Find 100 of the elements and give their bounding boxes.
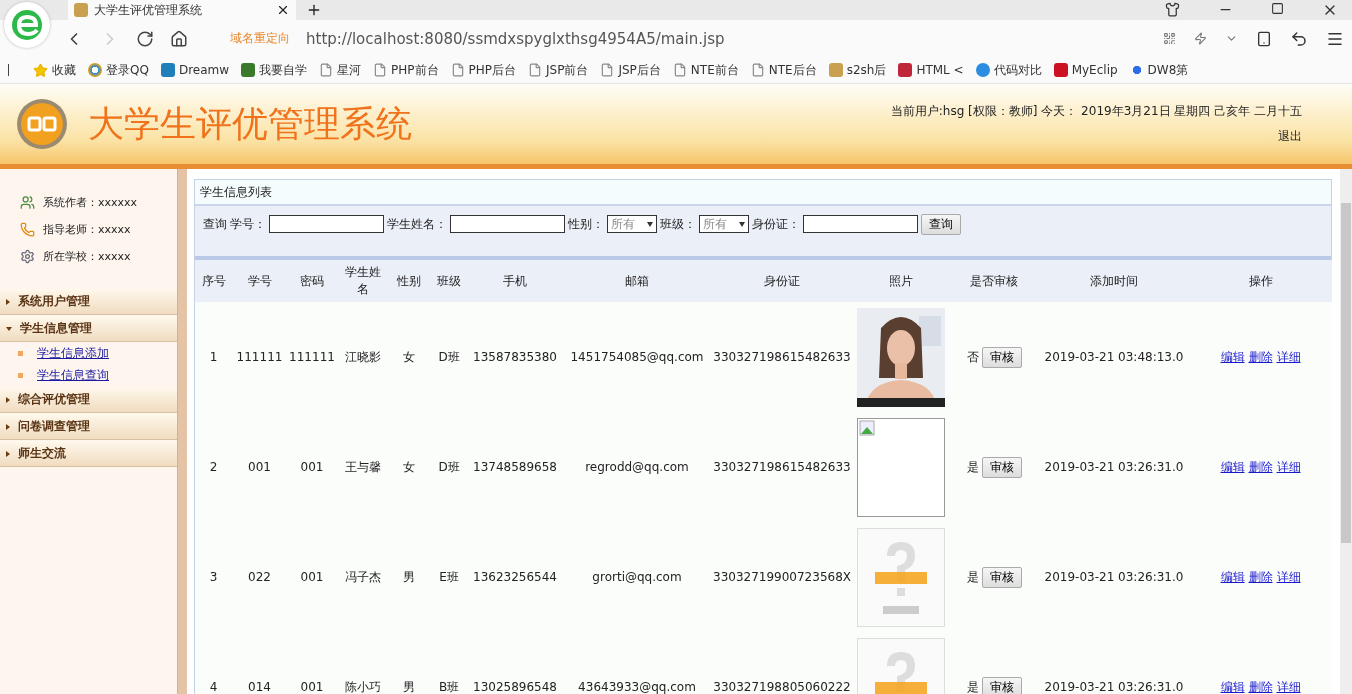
table-cell: 43643933@qq.com bbox=[562, 632, 712, 694]
bookmark-link[interactable]: NTE后台 bbox=[750, 61, 817, 79]
bookmark-link[interactable]: JSP后台 bbox=[600, 61, 661, 79]
action-link[interactable]: 编辑 bbox=[1220, 679, 1245, 694]
shirt-icon[interactable] bbox=[1165, 2, 1180, 17]
menu-header[interactable]: 综合评优管理 bbox=[0, 387, 177, 413]
info-text: 所在学校：xxxxx bbox=[43, 249, 131, 264]
action-link[interactable]: 编辑 bbox=[1220, 349, 1245, 364]
table-cell: 13748589658 bbox=[468, 412, 562, 522]
field-label: 身份证： bbox=[752, 215, 800, 233]
site-title: 大学生评优管理系统 bbox=[88, 101, 412, 146]
menu-header[interactable]: 师生交流 bbox=[0, 441, 177, 467]
browser-logo-icon[interactable] bbox=[4, 2, 50, 48]
bookmark-icon bbox=[241, 63, 256, 77]
menu-header[interactable]: 系统用户管理 bbox=[0, 289, 177, 315]
action-link[interactable]: 详细 bbox=[1276, 349, 1301, 364]
reload-icon[interactable] bbox=[136, 29, 154, 48]
action-link[interactable]: 详细 bbox=[1276, 459, 1301, 474]
action-link[interactable]: 删除 bbox=[1248, 569, 1273, 584]
action-link[interactable]: 编辑 bbox=[1220, 569, 1245, 584]
column-header: 班级 bbox=[430, 260, 468, 302]
column-header: 学生姓名 bbox=[337, 260, 388, 302]
select-field[interactable]: 所有 bbox=[699, 215, 749, 233]
tab-favicon-icon bbox=[74, 3, 88, 17]
table-cell: 001 bbox=[287, 412, 337, 522]
bookmark-link[interactable]: MyEclip bbox=[1053, 63, 1118, 77]
menu-link[interactable]: 学生信息添加 bbox=[37, 344, 109, 362]
scrollbar-thumb[interactable] bbox=[1341, 203, 1351, 543]
table-cell: 江晓影 bbox=[337, 302, 388, 412]
bookmark-link[interactable]: NTE前台 bbox=[672, 61, 739, 79]
bookmark-link[interactable]: 登录QQ bbox=[88, 61, 149, 79]
close-icon[interactable] bbox=[276, 3, 290, 17]
search-label: 查询 bbox=[203, 215, 227, 233]
table-cell: 女 bbox=[388, 302, 430, 412]
column-header: 身份证 bbox=[712, 260, 852, 302]
select-field[interactable]: 所有 bbox=[607, 215, 657, 233]
bookmark-link[interactable]: PHP前台 bbox=[373, 61, 439, 79]
bookmark-link[interactable]: Dreamw bbox=[160, 63, 230, 77]
audit-button[interactable]: 审核 bbox=[981, 566, 1022, 588]
table-cell: 男 bbox=[388, 522, 430, 632]
input-field[interactable] bbox=[269, 215, 384, 233]
audit-button[interactable]: 审核 bbox=[981, 346, 1022, 368]
table-cell: 13587835380 bbox=[468, 302, 562, 412]
input-field[interactable] bbox=[450, 215, 565, 233]
action-link[interactable]: 删除 bbox=[1248, 459, 1273, 474]
bookmark-link[interactable]: JSP前台 bbox=[528, 61, 589, 79]
star-icon bbox=[33, 62, 48, 78]
action-link[interactable]: 编辑 bbox=[1220, 459, 1245, 474]
new-tab-icon[interactable] bbox=[306, 2, 322, 18]
page-icon bbox=[600, 63, 615, 77]
table-cell: D班 bbox=[430, 412, 468, 522]
field-label: 班级： bbox=[660, 215, 696, 233]
qr-code-icon[interactable] bbox=[1163, 32, 1176, 45]
action-link[interactable]: 删除 bbox=[1248, 679, 1273, 694]
page-icon bbox=[319, 63, 334, 77]
column-header: 密码 bbox=[287, 260, 337, 302]
bookmark-icon bbox=[160, 63, 175, 77]
table-cell: 001 bbox=[287, 632, 337, 694]
bookmark-link[interactable]: 星河 bbox=[319, 61, 362, 79]
page-icon bbox=[750, 63, 765, 77]
info-text: 指导老师：xxxxx bbox=[43, 222, 131, 237]
address-field[interactable]: http://localhost:8080/ssmdxspyglxthsg4954A5/main.jsp bbox=[306, 29, 725, 48]
bookmark-link[interactable]: PHP后台 bbox=[450, 61, 517, 79]
table-cell: 1451754085@qq.com bbox=[562, 302, 712, 412]
action-link[interactable]: 删除 bbox=[1248, 349, 1273, 364]
bookmark-link[interactable]: s2sh后 bbox=[828, 61, 887, 79]
audit-button[interactable]: 审核 bbox=[981, 456, 1022, 478]
column-header: 邮箱 bbox=[562, 260, 712, 302]
bookmark-link[interactable]: 我要自学 bbox=[241, 61, 308, 79]
table-cell: 陈小巧 bbox=[337, 632, 388, 694]
input-field[interactable] bbox=[803, 215, 918, 233]
audit-button[interactable]: 审核 bbox=[981, 676, 1022, 694]
audit-status: 否 bbox=[966, 348, 979, 366]
home-icon[interactable] bbox=[170, 29, 188, 48]
menu-header[interactable]: 问卷调查管理 bbox=[0, 414, 177, 440]
column-header: 是否审核 bbox=[949, 260, 1039, 302]
browser-tab[interactable]: 大学生评优管理系统 bbox=[68, 0, 296, 20]
table-cell: 女 bbox=[388, 412, 430, 522]
action-link[interactable]: 详细 bbox=[1276, 679, 1301, 694]
bookmark-link[interactable]: 收藏 bbox=[33, 61, 76, 79]
table-cell: 111111 bbox=[287, 302, 337, 412]
bookmark-icon bbox=[88, 63, 102, 77]
menu-header[interactable]: 学生信息管理 bbox=[0, 316, 177, 342]
menu-link[interactable]: 学生信息查询 bbox=[37, 366, 109, 384]
maximize-icon[interactable] bbox=[1271, 2, 1284, 15]
table-cell: 男 bbox=[388, 632, 430, 694]
lightning-icon[interactable] bbox=[1194, 32, 1207, 45]
info-text: 系统作者：xxxxxx bbox=[43, 195, 138, 210]
table-cell: 2 bbox=[195, 412, 232, 522]
search-button[interactable]: 查询 bbox=[921, 213, 961, 235]
logout-link[interactable]: 退出 bbox=[1278, 128, 1302, 145]
table-cell: 13623256544 bbox=[468, 522, 562, 632]
bookmark-link[interactable]: HTML < bbox=[898, 63, 964, 77]
bookmark-link[interactable]: 代码对比 bbox=[975, 61, 1042, 79]
tablet-icon[interactable] bbox=[1256, 30, 1272, 47]
audit-status: 是 bbox=[966, 568, 979, 586]
undo-icon[interactable] bbox=[1290, 29, 1308, 48]
bookmark-link[interactable]: DW8第 bbox=[1129, 61, 1189, 79]
action-link[interactable]: 详细 bbox=[1276, 569, 1301, 584]
bullet-icon bbox=[18, 350, 23, 356]
